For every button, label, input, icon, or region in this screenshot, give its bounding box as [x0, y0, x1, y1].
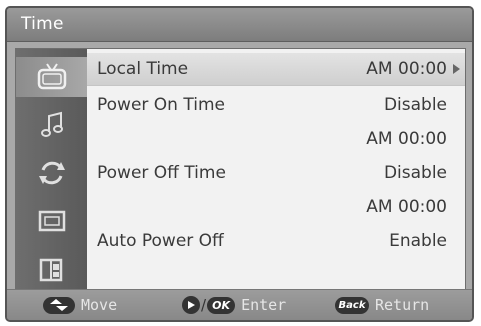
setting-value: Disable [383, 95, 447, 115]
setting-row-power-on-clock[interactable]: AM 00:00 [87, 123, 465, 155]
up-down-arrows-icon [43, 296, 75, 314]
return-hint: Back Return [335, 296, 429, 314]
sidebar-item-picture[interactable] [16, 57, 87, 97]
setting-value: Disable [383, 163, 447, 183]
music-note-icon [40, 111, 63, 137]
setting-value: AM 00:00 [366, 59, 447, 79]
setting-label: Power On Time [97, 95, 225, 115]
screen-icon [38, 210, 65, 232]
setting-row-power-off-time[interactable]: Power Off Time Disable [87, 157, 465, 189]
enter-label: Enter [241, 296, 287, 314]
separator: / [201, 296, 207, 314]
move-hint: Move [43, 296, 117, 314]
title-bar: Time [7, 8, 472, 42]
osd-menu-window: Time Local Time AM 00:00 Power On Time D… [5, 6, 474, 322]
move-label: Move [81, 296, 118, 314]
play-right-icon [182, 296, 200, 314]
sidebar-item-screen[interactable] [16, 201, 87, 241]
setting-value: Enable [389, 231, 447, 251]
menu-panel: Local Time AM 00:00 Power On Time Disabl… [15, 48, 466, 290]
setting-label: Local Time [97, 59, 189, 79]
ok-button-icon: OK [207, 296, 236, 314]
sidebar-item-setup[interactable] [16, 153, 87, 193]
button-hint-bar: Move / OK Enter Back Return [7, 289, 472, 320]
back-button-icon: Back [335, 296, 369, 314]
refresh-icon [38, 161, 65, 185]
setting-row-auto-power-off[interactable]: Auto Power Off Enable [87, 225, 465, 257]
settings-list: Local Time AM 00:00 Power On Time Disabl… [87, 49, 465, 289]
setting-row-power-off-clock[interactable]: AM 00:00 [87, 191, 465, 223]
gift-icon [39, 258, 62, 282]
tv-picture-icon [37, 63, 66, 90]
enter-hint: / OK Enter [182, 296, 286, 314]
setting-row-local-time[interactable]: Local Time AM 00:00 [87, 53, 465, 86]
sidebar-item-sound[interactable] [16, 105, 87, 145]
setting-label: Power Off Time [97, 163, 226, 183]
setting-value: AM 00:00 [366, 129, 447, 149]
setting-row-power-on-time[interactable]: Power On Time Disable [87, 89, 465, 121]
return-label: Return [375, 296, 430, 314]
setting-value: AM 00:00 [366, 197, 447, 217]
category-sidebar [16, 49, 87, 289]
setting-label: Auto Power Off [97, 231, 224, 251]
chevron-right-icon [453, 64, 460, 74]
page-title: Time [21, 14, 64, 34]
sidebar-item-extras[interactable] [16, 249, 87, 289]
